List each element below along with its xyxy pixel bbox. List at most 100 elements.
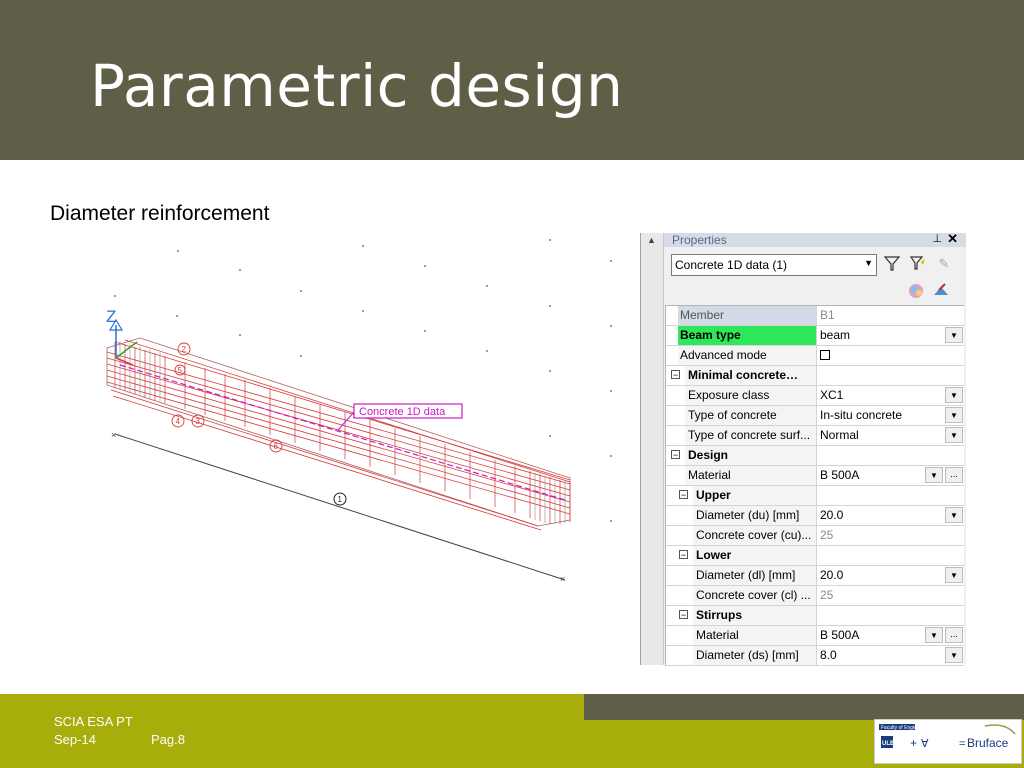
property-row-exposure-class[interactable]: Exposure class XC1 ▼	[666, 386, 964, 406]
node-label-4: 4	[176, 417, 181, 426]
property-row-concrete-cover-cl[interactable]: Concrete cover (cl) ... 25	[666, 586, 964, 606]
property-row-concrete-cover-cu[interactable]: Concrete cover (cu)... 25	[666, 526, 964, 546]
node-label-3: 3	[196, 417, 201, 426]
collapse-icon[interactable]: −	[679, 490, 688, 500]
more-options-button[interactable]: ...	[945, 467, 963, 483]
collapse-up-icon[interactable]: ▲	[647, 235, 656, 245]
beam-reinforcement-view[interactable]: × × 1 2 3 4 5 6 Z Concrete 1D data	[95, 230, 635, 640]
property-value: 8.0	[820, 648, 837, 662]
property-value: B1	[820, 308, 835, 322]
dropdown-arrow-icon[interactable]: ▼	[925, 627, 943, 643]
property-label-cell: Material	[685, 466, 817, 485]
property-group-minimal-concrete[interactable]: − Minimal concrete…	[666, 366, 964, 386]
property-row-advanced-mode[interactable]: Advanced mode	[666, 346, 964, 366]
property-label-cell: Material	[693, 626, 817, 645]
dropdown-arrow-icon[interactable]: ▼	[945, 387, 963, 403]
dimension-line	[114, 433, 566, 581]
chevron-down-icon[interactable]: ▼	[864, 258, 873, 268]
filter-edit-icon[interactable]	[908, 254, 928, 274]
footer-course: SCIA ESA PT	[54, 714, 133, 729]
logo-faculty-text: Faculty of Engineering of	[881, 725, 937, 731]
property-group-lower[interactable]: − Lower	[666, 546, 964, 566]
property-label-cell: Diameter (ds) [mm]	[693, 646, 817, 665]
display-settings-icon[interactable]	[931, 281, 951, 299]
dropdown-arrow-icon[interactable]: ▼	[925, 467, 943, 483]
property-label: Concrete cover (cu)...	[696, 528, 812, 542]
property-label: Type of concrete surf...	[688, 428, 811, 442]
property-label: Diameter (ds) [mm]	[696, 648, 799, 662]
svg-text:∀: ∀	[921, 738, 929, 750]
node-label-6: 6	[274, 442, 279, 451]
end-stirrups	[119, 341, 566, 524]
property-label-cell: Concrete cover (cl) ...	[693, 586, 817, 605]
advanced-mode-checkbox[interactable]	[820, 350, 830, 360]
property-label-cell: Design	[685, 446, 817, 465]
property-value: B 500A	[820, 628, 860, 642]
node-label-2: 2	[182, 345, 187, 354]
property-label: Member	[680, 308, 725, 322]
property-row-diameter-ds[interactable]: Diameter (ds) [mm] 8.0 ▼	[666, 646, 964, 666]
property-label-cell: Minimal concrete…	[685, 366, 817, 385]
properties-grid: Member B1 Beam type beam ▼ Advanced mode…	[665, 305, 964, 666]
property-label-cell: Concrete cover (cu)...	[693, 526, 817, 545]
more-options-button[interactable]: ...	[945, 627, 963, 643]
svg-text:=: =	[959, 738, 965, 750]
dropdown-arrow-icon[interactable]: ▼	[945, 507, 963, 523]
property-label: Diameter (dl) [mm]	[696, 568, 796, 582]
collapse-icon[interactable]: −	[679, 550, 688, 560]
dropdown-arrow-icon[interactable]: ▼	[945, 647, 963, 663]
panel-scroll-strip[interactable]: ▲	[641, 233, 664, 665]
collapse-icon[interactable]: −	[671, 370, 680, 380]
property-label: Lower	[696, 548, 732, 562]
entity-selector[interactable]: Concrete 1D data (1) ▼	[671, 254, 877, 276]
property-row-type-of-concrete-surface[interactable]: Type of concrete surf... Normal ▼	[666, 426, 964, 446]
dropdown-arrow-icon[interactable]: ▼	[945, 567, 963, 583]
property-label-cell: Exposure class	[685, 386, 817, 405]
property-group-design[interactable]: − Design	[666, 446, 964, 466]
property-label: Diameter (du) [mm]	[696, 508, 800, 522]
slide-title: Parametric design	[90, 52, 624, 120]
property-label: Stirrups	[696, 608, 743, 622]
property-label: Beam type	[680, 328, 741, 342]
concrete-1d-data-callout[interactable]: Concrete 1D data	[337, 403, 463, 431]
dropdown-arrow-icon[interactable]: ▼	[945, 427, 963, 443]
render-icon[interactable]	[907, 281, 927, 299]
logo-ulb-text: ULB	[882, 741, 895, 747]
property-value: B 500A	[820, 468, 860, 482]
grid-dots	[114, 239, 612, 522]
property-row-material[interactable]: Material B 500A ▼ ...	[666, 466, 964, 486]
node-label-1: 1	[338, 495, 343, 504]
panel-header: Properties ⊥ ✕	[664, 231, 966, 247]
property-label-cell: Upper	[693, 486, 817, 505]
node-label-5: 5	[178, 366, 183, 375]
dropdown-arrow-icon[interactable]: ▼	[945, 327, 963, 343]
close-icon[interactable]: ✕	[947, 231, 958, 247]
bruface-logo: Faculty of Engineering of ULB + ∀ = Bruf…	[874, 719, 1022, 764]
property-label-cell: Beam type	[678, 326, 817, 345]
pencil-icon[interactable]: ✎	[934, 254, 954, 274]
collapse-icon[interactable]: −	[671, 450, 680, 460]
property-row-diameter-dl[interactable]: Diameter (dl) [mm] 20.0 ▼	[666, 566, 964, 586]
entity-selector-value: Concrete 1D data (1)	[675, 258, 788, 272]
property-value: beam	[820, 328, 851, 342]
property-row-diameter-du[interactable]: Diameter (du) [mm] 20.0 ▼	[666, 506, 964, 526]
property-value: Normal	[820, 428, 859, 442]
property-value: 25	[820, 528, 834, 542]
property-label-cell: Stirrups	[693, 606, 817, 625]
pin-icon[interactable]: ⊥	[932, 232, 942, 245]
property-label-cell: Member	[678, 306, 817, 325]
property-row-beam-type[interactable]: Beam type beam ▼	[666, 326, 964, 346]
property-group-upper[interactable]: − Upper	[666, 486, 964, 506]
property-row-member[interactable]: Member B1	[666, 306, 964, 326]
property-label-cell: Type of concrete surf...	[685, 426, 817, 445]
property-row-type-of-concrete[interactable]: Type of concrete In-situ concrete ▼	[666, 406, 964, 426]
dropdown-arrow-icon[interactable]: ▼	[945, 407, 963, 423]
property-group-stirrups[interactable]: − Stirrups	[666, 606, 964, 626]
property-label: Upper	[696, 488, 731, 502]
property-label: Design	[688, 448, 729, 462]
collapse-icon[interactable]: −	[679, 610, 688, 620]
property-row-stirrups-material[interactable]: Material B 500A ▼ ...	[666, 626, 964, 646]
property-label-cell: Diameter (dl) [mm]	[693, 566, 817, 585]
filter-icon[interactable]	[882, 254, 902, 274]
property-value: 25	[820, 588, 834, 602]
